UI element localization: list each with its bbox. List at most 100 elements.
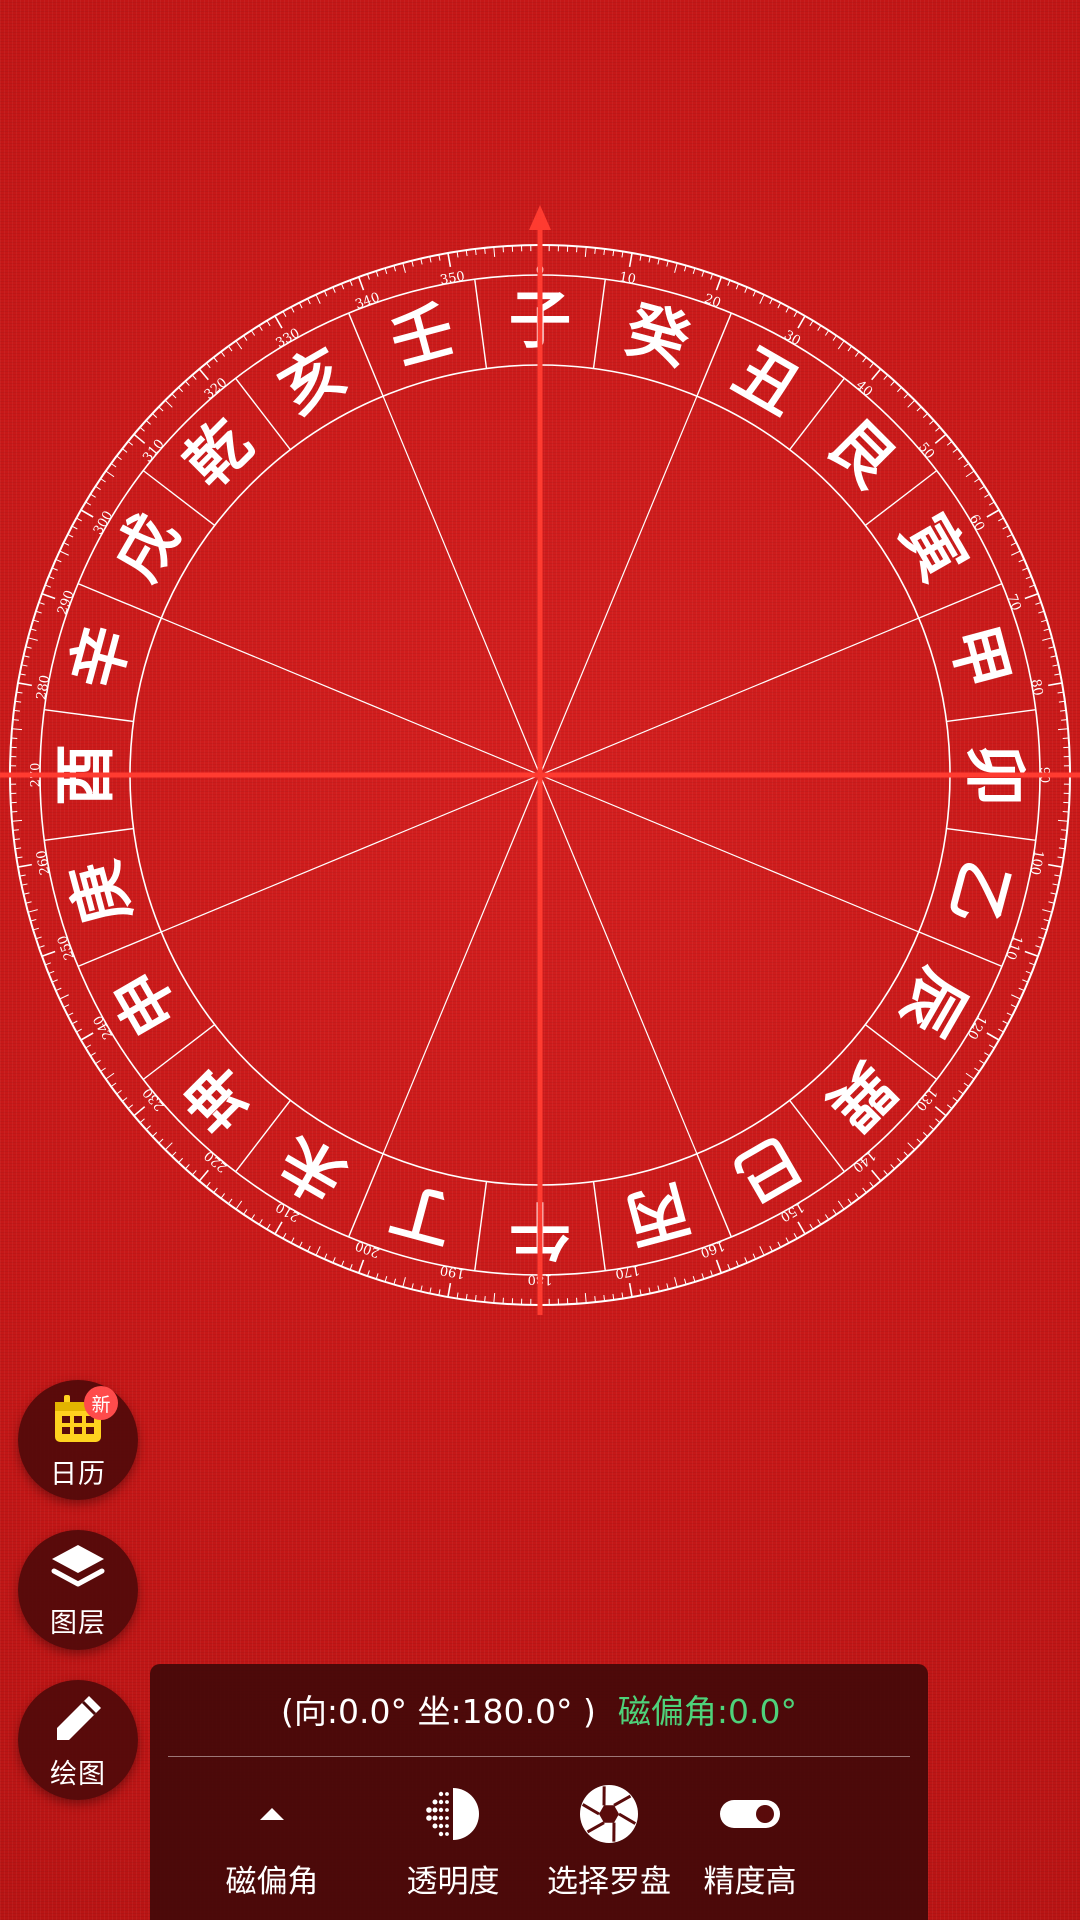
degree-tick [274,315,283,329]
draw-label: 绘图 [50,1758,106,1790]
ring-divider [946,709,1036,723]
degree-label: 310 [140,437,167,466]
degree-tick [871,1169,882,1182]
degree-tick [164,1142,173,1151]
ring-label: 坤 [171,1049,266,1144]
layers-label: 图层 [50,1607,106,1639]
compass-dial[interactable]: 0102030405060708090100110120130140150160… [0,0,1080,1400]
radial-line [382,395,541,776]
degree-tick [1011,550,1021,556]
degree-tick [59,994,69,1000]
ring-divider [77,583,162,619]
radial-line [539,774,920,933]
degree-tick [871,368,882,381]
degree-tick [493,246,496,258]
degree-tick [59,550,69,556]
layers-button[interactable]: 图层 [18,1530,138,1650]
degree-tick [1048,682,1063,687]
degree-tick [235,1200,243,1210]
new-badge: 新 [84,1386,118,1420]
degree-tick [274,1221,283,1235]
declination-tool-label: 磁偏角 [225,1864,319,1900]
degree-tick [797,315,806,329]
calendar-label: 日历 [50,1458,106,1490]
ring-divider [592,279,606,369]
degree-tick [17,682,32,687]
degree-tick [105,1072,115,1080]
ring-label: 丙 [618,1171,697,1258]
declination-readout: 磁偏角:0.0° [617,1692,798,1731]
degree-tick [1057,819,1069,822]
ring-divider [474,1181,488,1271]
select-compass-tool-label: 选择罗盘 [547,1864,671,1900]
ring-divider [348,312,384,397]
degree-tick [235,340,243,350]
opacity-tool[interactable]: 透明度 [388,1774,518,1914]
degree-tick [674,1277,678,1288]
degree-tick [986,1032,1000,1041]
degree-tick [986,509,1000,518]
degree-tick [1011,994,1021,1000]
degree-label: 100 [1027,849,1046,876]
degree-tick [41,592,56,600]
degree-tick [133,433,146,444]
pencil-icon [57,1695,101,1740]
degree-tick [907,1142,916,1151]
degree-label: 230 [140,1085,167,1114]
degree-label: 140 [850,1147,879,1174]
degree-label: 320 [202,375,231,402]
ring-divider [918,931,1003,967]
degree-label: 10 [618,270,637,288]
ring-divider [592,1181,606,1271]
degree-tick [80,509,94,518]
degree-tick [628,252,633,267]
degree-tick [198,368,209,381]
ring-label: 甲 [936,618,1023,697]
degree-label: 280 [34,674,53,701]
ring-label: 乾 [171,406,266,501]
degree-tick [1042,637,1053,641]
degree-tick [357,276,365,291]
degree-tick [27,637,38,641]
degree-tick [715,1259,723,1274]
degree-tick [674,262,678,273]
direction-readout: (向:0.0° 坐:180.0° ) [280,1692,596,1731]
ring-divider [44,709,134,723]
ring-label: 巽 [814,1049,909,1144]
toggle-icon [720,1800,780,1828]
north-arrow [529,205,551,230]
radial-line [160,774,541,933]
degree-label: 260 [34,849,53,876]
degree-tick [715,276,723,291]
declination-tool[interactable]: 磁偏角 [212,1774,332,1914]
tool-bar: 磁偏角 透明度 选择罗盘 精度高 [150,1774,928,1914]
degree-tick [133,1106,146,1117]
degree-tick [402,262,406,273]
opacity-icon [426,1788,479,1840]
degree-tick [11,819,23,822]
panel-divider [168,1756,910,1757]
degree-tick [759,1246,765,1256]
degree-tick [315,1246,321,1256]
ring-label: 庚 [57,853,144,932]
layers-icon [51,1544,105,1586]
precision-toggle[interactable]: 精度高 [690,1774,810,1914]
degree-tick [402,1277,406,1288]
degree-tick [41,950,56,958]
degree-tick [837,340,845,350]
degree-tick [934,433,947,444]
radial-line [160,617,541,776]
draw-button[interactable]: 绘图 [18,1680,138,1800]
select-compass-tool[interactable]: 选择罗盘 [534,1774,684,1914]
degree-tick [797,1221,806,1235]
ring-divider [348,1153,384,1238]
degree-label: 80 [1028,678,1046,697]
degree-tick [965,470,975,478]
ring-label: 辛 [57,618,144,697]
degree-tick [584,246,587,258]
ring-divider [474,279,488,369]
ring-label: 丁 [383,1171,462,1258]
calendar-button[interactable]: 日历 新 [18,1380,138,1500]
degree-tick [759,294,765,304]
degree-label: 220 [202,1147,231,1174]
